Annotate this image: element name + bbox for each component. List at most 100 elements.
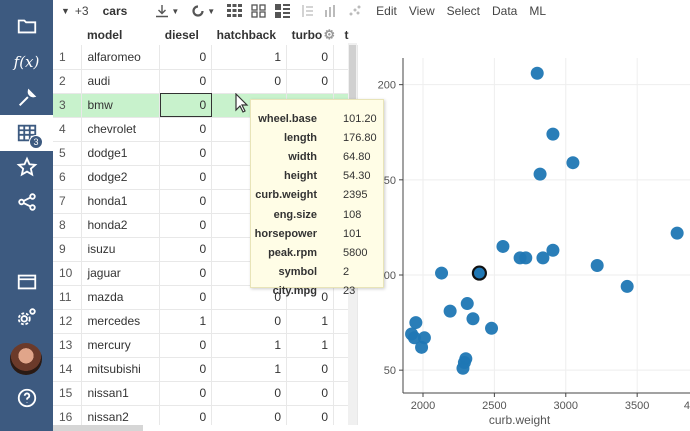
table-icon[interactable]: 3 bbox=[0, 115, 53, 151]
cell-model[interactable]: chevrolet bbox=[81, 117, 161, 142]
list-icon[interactable] bbox=[302, 4, 314, 18]
cell-diesel[interactable]: 0 bbox=[159, 405, 213, 425]
table-name[interactable]: cars bbox=[103, 4, 128, 18]
column-header-t[interactable]: ⚙ t bbox=[324, 25, 358, 45]
table-row[interactable]: 16 nissan2 0 0 0 bbox=[53, 405, 358, 425]
cell-diesel[interactable]: 0 bbox=[159, 189, 213, 214]
cell-diesel[interactable]: 0 bbox=[159, 333, 213, 358]
cell-turbo[interactable]: 0 bbox=[286, 405, 334, 425]
row-number[interactable]: 12 bbox=[53, 309, 83, 334]
share-icon[interactable] bbox=[0, 185, 53, 219]
cell-diesel[interactable]: 0 bbox=[159, 69, 213, 94]
cell-turbo[interactable]: 0 bbox=[286, 69, 334, 94]
table-row[interactable]: 14 mitsubishi 0 1 0 bbox=[53, 357, 358, 382]
grid-view-icon[interactable] bbox=[227, 4, 243, 18]
bar-chart-icon[interactable] bbox=[324, 4, 338, 18]
folder-icon[interactable] bbox=[0, 9, 53, 43]
cell-model[interactable]: mazda bbox=[81, 285, 161, 310]
columns-icon[interactable] bbox=[275, 4, 291, 18]
menu-ml[interactable]: ML bbox=[529, 4, 546, 18]
cell-diesel[interactable]: 0 bbox=[159, 141, 213, 166]
cell-model[interactable]: nissan1 bbox=[81, 381, 161, 406]
cell-hatchback[interactable]: 0 bbox=[211, 69, 288, 94]
cell-turbo[interactable]: 1 bbox=[286, 333, 334, 358]
download-icon[interactable]: ▼ bbox=[155, 4, 179, 18]
scatter-plot[interactable]: 2000 2500 3000 3500 4 50 00 50 200 curb.weight bbox=[358, 22, 690, 431]
function-icon[interactable]: f(x) bbox=[0, 45, 53, 79]
cell-diesel[interactable]: 0 bbox=[159, 45, 213, 70]
row-number[interactable]: 11 bbox=[53, 285, 83, 310]
cell-model[interactable]: isuzu bbox=[81, 237, 161, 262]
column-header-diesel[interactable]: diesel bbox=[160, 25, 212, 45]
row-number[interactable]: 13 bbox=[53, 333, 83, 358]
layout-icon[interactable] bbox=[251, 4, 266, 18]
cell-diesel[interactable]: 0 bbox=[159, 261, 213, 286]
row-number[interactable]: 14 bbox=[53, 357, 83, 382]
row-number[interactable]: 7 bbox=[53, 189, 83, 214]
cell-model[interactable]: nissan2 bbox=[81, 405, 161, 425]
gear-icon[interactable]: ⚙ bbox=[324, 27, 336, 43]
row-number[interactable]: 5 bbox=[53, 141, 83, 166]
cell-hatchback[interactable]: 1 bbox=[211, 45, 288, 70]
cell-diesel[interactable]: 0 bbox=[159, 357, 213, 382]
cell-model[interactable]: mercedes bbox=[81, 309, 161, 334]
table-row[interactable]: 1 alfaromeo 0 1 0 bbox=[53, 45, 358, 70]
cell-turbo[interactable]: 0 bbox=[286, 45, 334, 70]
row-number[interactable]: 2 bbox=[53, 69, 83, 94]
row-number[interactable]: 4 bbox=[53, 117, 83, 142]
horizontal-scrollbar[interactable] bbox=[53, 425, 143, 431]
column-header-model[interactable]: model bbox=[82, 25, 160, 45]
cell-model[interactable]: mitsubishi bbox=[81, 357, 161, 382]
chevron-down-icon[interactable]: ▼ bbox=[61, 6, 70, 16]
table-row[interactable]: 2 audi 0 0 0 bbox=[53, 69, 358, 94]
row-number[interactable]: 8 bbox=[53, 213, 83, 238]
cell-hatchback[interactable]: 1 bbox=[211, 333, 288, 358]
cell-model[interactable]: dodge2 bbox=[81, 165, 161, 190]
table-row[interactable]: 12 mercedes 1 0 1 bbox=[53, 309, 358, 334]
cell-hatchback[interactable]: 0 bbox=[211, 405, 288, 425]
menu-view[interactable]: View bbox=[409, 4, 435, 18]
cell-model[interactable]: mercury bbox=[81, 333, 161, 358]
cell-hatchback[interactable]: 0 bbox=[211, 381, 288, 406]
tables-count[interactable]: +3 bbox=[75, 4, 89, 18]
avatar[interactable] bbox=[10, 343, 42, 375]
table-row[interactable]: 15 nissan1 0 0 0 bbox=[53, 381, 358, 406]
column-header-hatchback[interactable]: hatchback bbox=[212, 25, 287, 45]
cell-model[interactable]: jaguar bbox=[81, 261, 161, 286]
cell-model[interactable]: honda1 bbox=[81, 189, 161, 214]
cell-model[interactable]: honda2 bbox=[81, 213, 161, 238]
cell-model[interactable]: dodge1 bbox=[81, 141, 161, 166]
scatter-icon[interactable] bbox=[348, 4, 362, 18]
table-row[interactable]: 13 mercury 0 1 1 bbox=[53, 333, 358, 358]
row-number[interactable]: 1 bbox=[53, 45, 83, 70]
cell-diesel[interactable]: 1 bbox=[159, 309, 213, 334]
cell-model[interactable]: audi bbox=[81, 69, 161, 94]
wrench-icon[interactable] bbox=[0, 81, 53, 115]
row-number[interactable]: 10 bbox=[53, 261, 83, 286]
cell-hatchback[interactable]: 0 bbox=[211, 309, 288, 334]
cell-turbo[interactable]: 0 bbox=[286, 357, 334, 382]
cell-diesel[interactable]: 0 bbox=[159, 285, 213, 310]
cell-diesel[interactable]: 0 bbox=[159, 93, 213, 118]
cell-diesel[interactable]: 0 bbox=[159, 117, 213, 142]
menu-data[interactable]: Data bbox=[492, 4, 517, 18]
cell-diesel[interactable]: 0 bbox=[159, 237, 213, 262]
cell-turbo[interactable]: 0 bbox=[286, 381, 334, 406]
star-icon[interactable] bbox=[0, 150, 53, 184]
cell-turbo[interactable]: 1 bbox=[286, 309, 334, 334]
cell-diesel[interactable]: 0 bbox=[159, 381, 213, 406]
refresh-icon[interactable]: ▼ bbox=[191, 4, 215, 18]
menu-edit[interactable]: Edit bbox=[376, 4, 397, 18]
row-number[interactable]: 6 bbox=[53, 165, 83, 190]
menu-select[interactable]: Select bbox=[447, 4, 480, 18]
row-number[interactable]: 3 bbox=[53, 93, 83, 118]
cell-model[interactable]: alfaromeo bbox=[81, 45, 161, 70]
row-number[interactable]: 16 bbox=[53, 405, 83, 425]
window-icon[interactable] bbox=[0, 265, 53, 299]
cell-diesel[interactable]: 0 bbox=[159, 165, 213, 190]
help-icon[interactable] bbox=[0, 381, 53, 415]
row-number[interactable]: 15 bbox=[53, 381, 83, 406]
settings-icon[interactable] bbox=[0, 300, 53, 334]
cell-model[interactable]: bmw bbox=[81, 93, 161, 118]
cell-diesel[interactable]: 0 bbox=[159, 213, 213, 238]
